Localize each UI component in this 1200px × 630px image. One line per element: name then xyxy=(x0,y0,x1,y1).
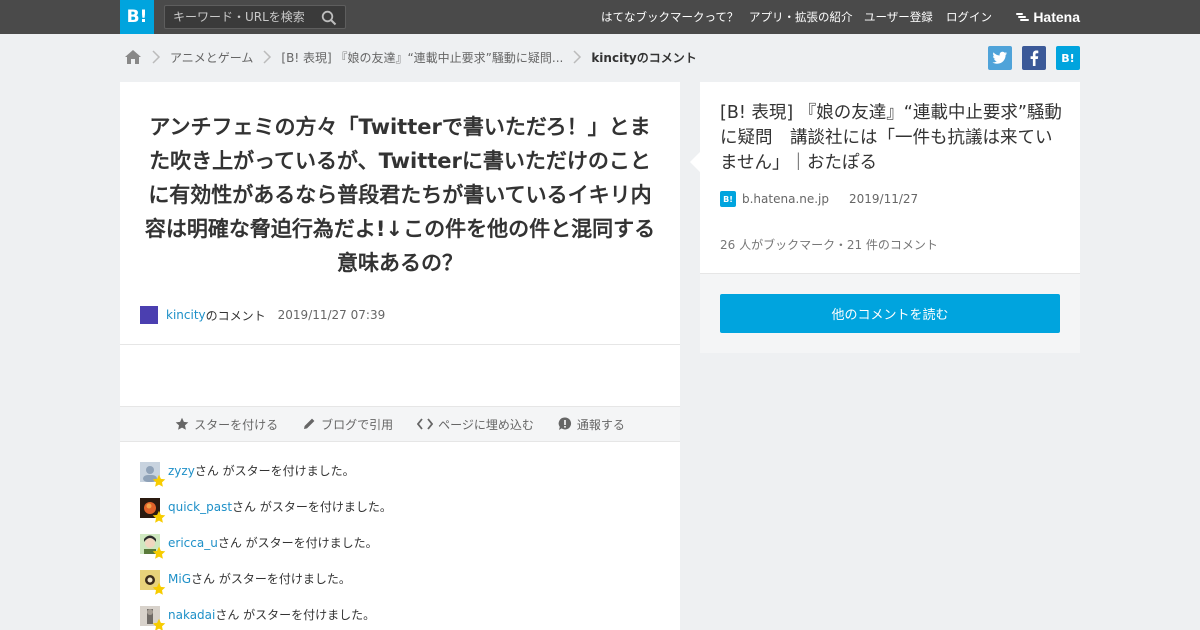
comment-user-link[interactable]: kincity xyxy=(166,308,206,322)
twitter-icon xyxy=(992,51,1007,64)
avatar[interactable] xyxy=(140,570,166,595)
avatar[interactable] xyxy=(140,498,166,523)
star-icon xyxy=(152,474,166,487)
star-user-link[interactable]: zyzy xyxy=(168,462,195,480)
comment-user-suffix: のコメント xyxy=(205,308,266,323)
star-icon xyxy=(152,618,166,630)
breadcrumb-current: kincityのコメント xyxy=(591,50,697,65)
card-pointer xyxy=(690,152,700,172)
star-message: さん がスターを付けました。 xyxy=(232,500,392,514)
star-message: さん がスターを付けました。 xyxy=(215,608,376,622)
star-user-link[interactable]: MiG xyxy=(168,570,191,588)
favicon-icon: B! xyxy=(720,191,736,207)
search-icon[interactable] xyxy=(321,10,337,26)
comment-meta: kincity のコメント 2019/11/27 07:39 xyxy=(140,306,385,324)
star-user-link[interactable]: nakadai xyxy=(168,606,215,624)
breadcrumb-entry[interactable]: [B! 表現] 『娘の友達』“連載中止要求”騒動に疑問... xyxy=(281,49,563,66)
list-item: MiG さん がスターを付けました。 xyxy=(140,570,660,606)
facebook-icon xyxy=(1030,50,1039,66)
entry-date: 2019/11/27 xyxy=(849,192,919,206)
comment-text: アンチフェミの方々「Twitterで書いただろ！」とまた吹き上がっているが、Tw… xyxy=(144,115,656,275)
list-item: nakadai さん がスターを付けました。 xyxy=(140,606,660,630)
list-item: quick_past さん がスターを付けました。 xyxy=(140,498,660,534)
hatena-bird-icon xyxy=(1016,13,1030,21)
alert-icon xyxy=(558,417,571,430)
divider xyxy=(120,344,680,345)
breadcrumb: アニメとゲーム [B! 表現] 『娘の友達』“連載中止要求”騒動に疑問... k… xyxy=(120,44,697,70)
entry-card: [B! 表現] 『娘の友達』“連載中止要求”騒動に疑問 講談社には「一件も抗議は… xyxy=(690,82,1080,273)
entry-title[interactable]: [B! 表現] 『娘の友達』“連載中止要求”騒動に疑問 講談社には「一件も抗議は… xyxy=(720,101,1065,176)
blog-quote-button[interactable]: ブログで引用 xyxy=(302,416,393,433)
star-list: zyzy さん がスターを付けました。 quick_past さん がスターを付… xyxy=(140,462,660,630)
embed-button[interactable]: ページに埋め込む xyxy=(417,416,534,433)
hatena-logo-text: Hatena xyxy=(1033,9,1080,25)
hatena-share-button[interactable]: B! xyxy=(1056,46,1080,70)
add-star-label: スターを付ける xyxy=(194,417,279,432)
search-box[interactable] xyxy=(164,5,346,29)
chevron-right-icon xyxy=(263,50,272,64)
entry-card-footer: 他のコメントを読む xyxy=(700,273,1080,353)
star-message: さん がスターを付けました。 xyxy=(191,572,351,586)
bookmark-count[interactable]: 26 人がブックマーク・21 件のコメント xyxy=(720,236,938,253)
nav-register[interactable]: ユーザー登録 xyxy=(864,0,933,34)
nav-about[interactable]: はてなブックマークって？ xyxy=(601,0,738,34)
read-other-comments-button[interactable]: 他のコメントを読む xyxy=(720,294,1060,333)
star-message: さん がスターを付けました。 xyxy=(217,536,378,550)
star-user-link[interactable]: ericca_u xyxy=(168,534,218,552)
comment-card: アンチフェミの方々「Twitterで書いただろ！」とまた吹き上がっているが、Tw… xyxy=(120,82,680,630)
add-star-button[interactable]: スターを付ける xyxy=(175,416,278,433)
star-icon xyxy=(152,546,166,559)
avatar[interactable] xyxy=(140,462,166,487)
star-message: さん がスターを付けました。 xyxy=(194,464,355,478)
blog-quote-label: ブログで引用 xyxy=(321,417,394,432)
home-icon[interactable] xyxy=(124,48,142,66)
nav-apps[interactable]: アプリ・拡張の紹介 xyxy=(749,0,853,34)
hatena-logo[interactable]: Hatena xyxy=(1016,7,1080,27)
list-item: zyzy さん がスターを付けました。 xyxy=(140,462,660,498)
avatar[interactable] xyxy=(140,306,158,324)
report-label: 通報する xyxy=(576,417,625,432)
star-icon xyxy=(175,417,189,430)
entry-meta: B! b.hatena.ne.jp 2019/11/27 xyxy=(720,191,918,207)
code-icon xyxy=(417,418,434,430)
avatar[interactable] xyxy=(140,534,166,559)
embed-label: ページに埋め込む xyxy=(438,417,534,432)
breadcrumb-category[interactable]: アニメとゲーム xyxy=(170,49,253,66)
comment-timestamp[interactable]: 2019/11/27 07:39 xyxy=(278,308,386,322)
chevron-right-icon xyxy=(152,50,161,64)
star-user-link[interactable]: quick_past xyxy=(168,498,232,516)
hatena-bookmark-logo[interactable]: B! xyxy=(120,0,154,34)
list-item: ericca_u さん がスターを付けました。 xyxy=(140,534,660,570)
pencil-icon xyxy=(304,418,315,429)
star-icon xyxy=(152,510,166,523)
star-icon xyxy=(152,582,166,595)
entry-domain[interactable]: b.hatena.ne.jp xyxy=(742,192,829,206)
chevron-right-icon xyxy=(573,50,582,64)
facebook-share-button[interactable] xyxy=(1022,46,1046,70)
report-button[interactable]: 通報する xyxy=(558,416,625,433)
nav-login[interactable]: ログイン xyxy=(946,0,992,34)
action-bar: スターを付ける ブログで引用 ページに埋め込む 通報する xyxy=(120,406,680,442)
top-bar: B! はてなブックマークって？ アプリ・拡張の紹介 ユーザー登録 ログイン Ha… xyxy=(0,0,1200,34)
avatar[interactable] xyxy=(140,606,166,630)
twitter-share-button[interactable] xyxy=(988,46,1012,70)
search-input[interactable] xyxy=(173,9,313,25)
